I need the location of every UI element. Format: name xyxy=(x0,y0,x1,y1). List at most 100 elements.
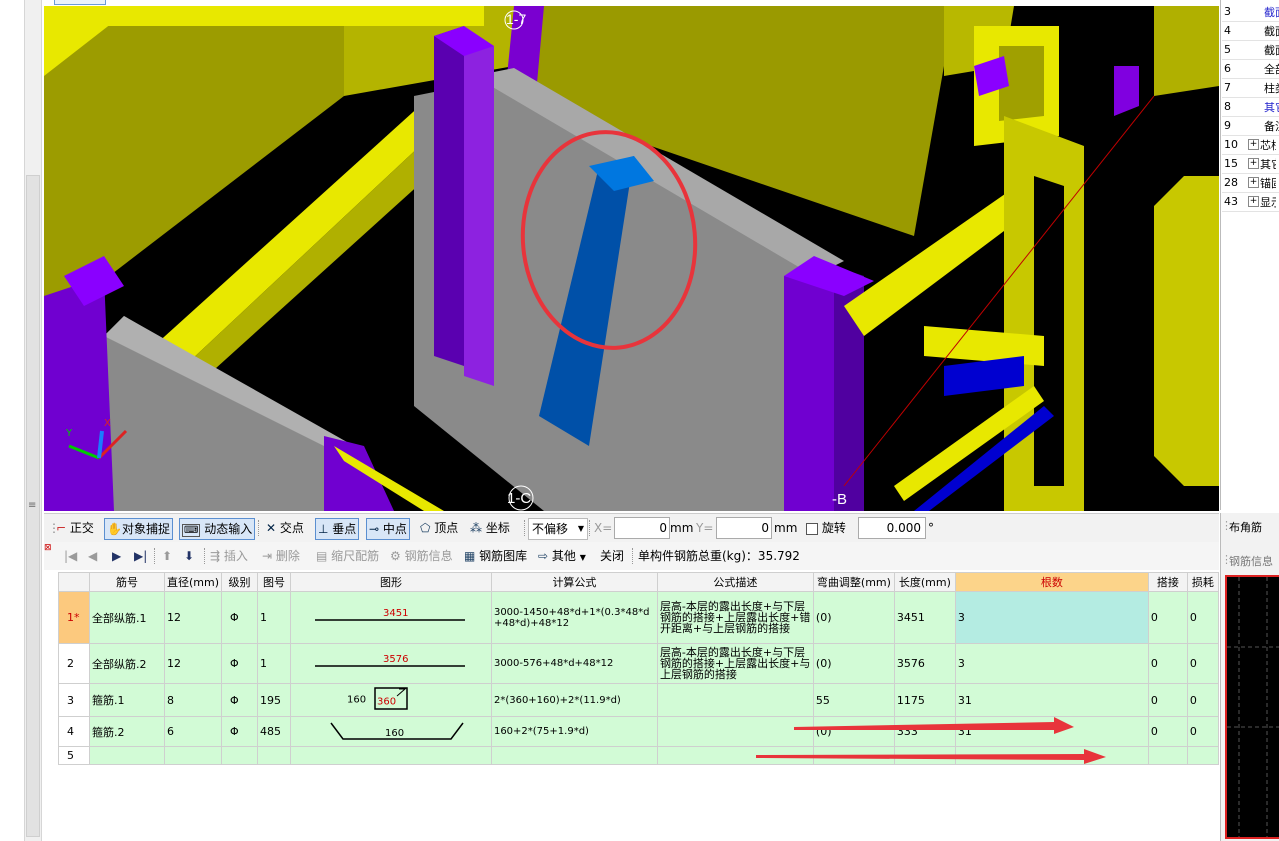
insert-label: 插入 xyxy=(223,549,248,563)
tree-row-label: 柱类 xyxy=(1264,82,1279,95)
separator xyxy=(632,548,634,564)
tree-row-label: 全部 xyxy=(1264,63,1279,76)
tree-row-label: 芯柱 xyxy=(1260,139,1276,152)
other-icon: ⇨ xyxy=(538,549,549,563)
perpendicular-button[interactable]: ⊥ 垂点 xyxy=(315,518,360,540)
intersection-button[interactable]: ✕ 交点 xyxy=(266,518,304,538)
tree-row[interactable]: 10 +芯柱 xyxy=(1222,136,1279,155)
insert-icon: ⇶ xyxy=(210,549,221,563)
tree-row-label: 截面 xyxy=(1264,44,1279,57)
purple-column-right-a xyxy=(784,266,834,511)
rebar-library-label: 钢筋图库 xyxy=(479,549,528,563)
splitter-grip-icon[interactable]: ≡ xyxy=(28,500,36,511)
dynamic-input-label: 动态输入 xyxy=(204,522,253,536)
y-input[interactable]: 0 xyxy=(716,517,772,539)
move-up-icon[interactable]: ⬆ xyxy=(162,546,172,566)
offset-mode-select[interactable]: 不偏移 ▼ xyxy=(528,518,588,540)
tree-row-number: 15 xyxy=(1224,157,1238,170)
tree-row-number: 7 xyxy=(1224,81,1231,94)
axis-label-b: -B xyxy=(832,491,847,508)
expand-icon[interactable]: + xyxy=(1248,177,1259,188)
tree-row[interactable]: 7 柱类 xyxy=(1222,79,1279,98)
tree-row[interactable]: 43 +显示 xyxy=(1222,193,1279,212)
degree-symbol: ° xyxy=(928,521,934,535)
midpoint-label: 中点 xyxy=(382,522,407,536)
delete-label: 删除 xyxy=(275,549,300,563)
tree-row-number: 8 xyxy=(1224,100,1231,113)
rebar-info-icon: ⚙ xyxy=(390,549,401,563)
offset-mode-value: 不偏移 xyxy=(532,522,569,536)
first-record-icon[interactable]: |◀ xyxy=(64,546,77,566)
intersection-icon: ✕ xyxy=(266,521,280,535)
ortho-button[interactable]: ⌐ 正交 xyxy=(56,518,94,538)
tree-row[interactable]: 5 截面 xyxy=(1222,41,1279,60)
other-menu-button[interactable]: ⇨ 其他 ▼ xyxy=(538,546,586,566)
x-unit: mm xyxy=(670,521,694,535)
vertex-button[interactable]: ⬠ 顶点 xyxy=(420,518,458,538)
midpoint-button[interactable]: ⊸ 中点 xyxy=(366,518,410,540)
object-snap-button[interactable]: ✋对象捕捉 xyxy=(104,518,173,540)
tree-row[interactable]: 9 备注 xyxy=(1222,117,1279,136)
snap-icon: ✋ xyxy=(107,522,122,536)
tree-row-number: 4 xyxy=(1224,24,1231,37)
separator xyxy=(524,520,526,536)
far-right-wall xyxy=(1154,6,1219,96)
far-right-column xyxy=(1154,176,1219,486)
insert-button[interactable]: ⇶ 插入 xyxy=(210,546,248,566)
delete-icon: ⇥ xyxy=(262,549,273,563)
x-label: X= xyxy=(594,521,613,535)
section-preview-grid xyxy=(1227,577,1279,837)
dynamic-input-icon: ⌨ xyxy=(182,524,201,537)
top-tab-button[interactable] xyxy=(54,0,106,5)
red-arrow-2 xyxy=(756,749,1106,764)
next-record-icon[interactable]: ▶ xyxy=(112,546,121,566)
coordinate-button[interactable]: ⁂ 坐标 xyxy=(470,518,510,538)
corner-rebar-tab[interactable]: 布角筋 xyxy=(1229,519,1262,535)
3d-viewport[interactable]: 1-7 1-C -B X Y xyxy=(44,6,1219,511)
vertex-icon: ⬠ xyxy=(420,521,435,535)
coordinate-label: 坐标 xyxy=(485,521,510,535)
x-input[interactable]: 0 xyxy=(614,517,670,539)
axis-label-1-c: 1-C xyxy=(507,490,531,507)
rotate-checkbox[interactable]: 旋转 xyxy=(806,518,846,538)
prev-record-icon[interactable]: ◀ xyxy=(88,546,97,566)
section-preview-canvas[interactable] xyxy=(1225,575,1279,839)
rotate-label: 旋转 xyxy=(821,521,846,535)
rebar-info-button[interactable]: ⚙ 钢筋信息 xyxy=(390,546,453,566)
checkbox-icon xyxy=(806,522,818,535)
expand-icon[interactable]: + xyxy=(1248,196,1259,207)
purple-column-left-a xyxy=(434,26,464,366)
expand-icon[interactable]: + xyxy=(1248,158,1259,169)
expand-icon[interactable]: + xyxy=(1248,139,1259,150)
scale-rebar-button[interactable]: ▤ 缩尺配筋 xyxy=(316,546,379,566)
dynamic-input-button[interactable]: ⌨ 动态输入 xyxy=(179,518,256,540)
tree-row[interactable]: 4 截面 xyxy=(1222,22,1279,41)
tree-row[interactable]: 3 截面 xyxy=(1222,3,1279,22)
tree-row[interactable]: 28 +锚固 xyxy=(1222,174,1279,193)
chevron-down-icon: ▼ xyxy=(577,524,584,533)
rotate-value: 0.000 xyxy=(886,521,921,535)
rebar-library-button[interactable]: ▦ 钢筋图库 xyxy=(464,546,527,566)
tree-row[interactable]: 8 其它 xyxy=(1222,98,1279,117)
delete-button[interactable]: ⇥ 删除 xyxy=(262,546,300,566)
tree-row[interactable]: 15 +其它 xyxy=(1222,155,1279,174)
axis-label-1-7: 1-7 xyxy=(506,11,526,27)
perpendicular-label: 垂点 xyxy=(332,522,357,536)
tree-row[interactable]: 6 全部 xyxy=(1222,60,1279,79)
purple-column-bottom xyxy=(324,436,394,511)
tree-row-number: 5 xyxy=(1224,43,1231,56)
last-record-icon[interactable]: ▶| xyxy=(134,546,147,566)
ortho-label: 正交 xyxy=(69,521,94,535)
perpendicular-icon: ⊥ xyxy=(318,522,329,536)
separator xyxy=(204,548,206,564)
y-value: 0 xyxy=(761,521,769,535)
rebar-library-icon: ▦ xyxy=(464,549,476,563)
tree-row-number: 43 xyxy=(1224,195,1238,208)
scale-rebar-label: 缩尺配筋 xyxy=(331,549,380,563)
move-down-icon[interactable]: ⬇ xyxy=(184,546,194,566)
rotate-input[interactable]: 0.000 xyxy=(858,517,926,539)
y-unit: mm xyxy=(774,521,798,535)
panel-close-icon[interactable]: ⊠ xyxy=(44,538,52,558)
close-button[interactable]: 关闭 xyxy=(600,546,624,566)
red-arrow-1 xyxy=(794,717,1074,734)
